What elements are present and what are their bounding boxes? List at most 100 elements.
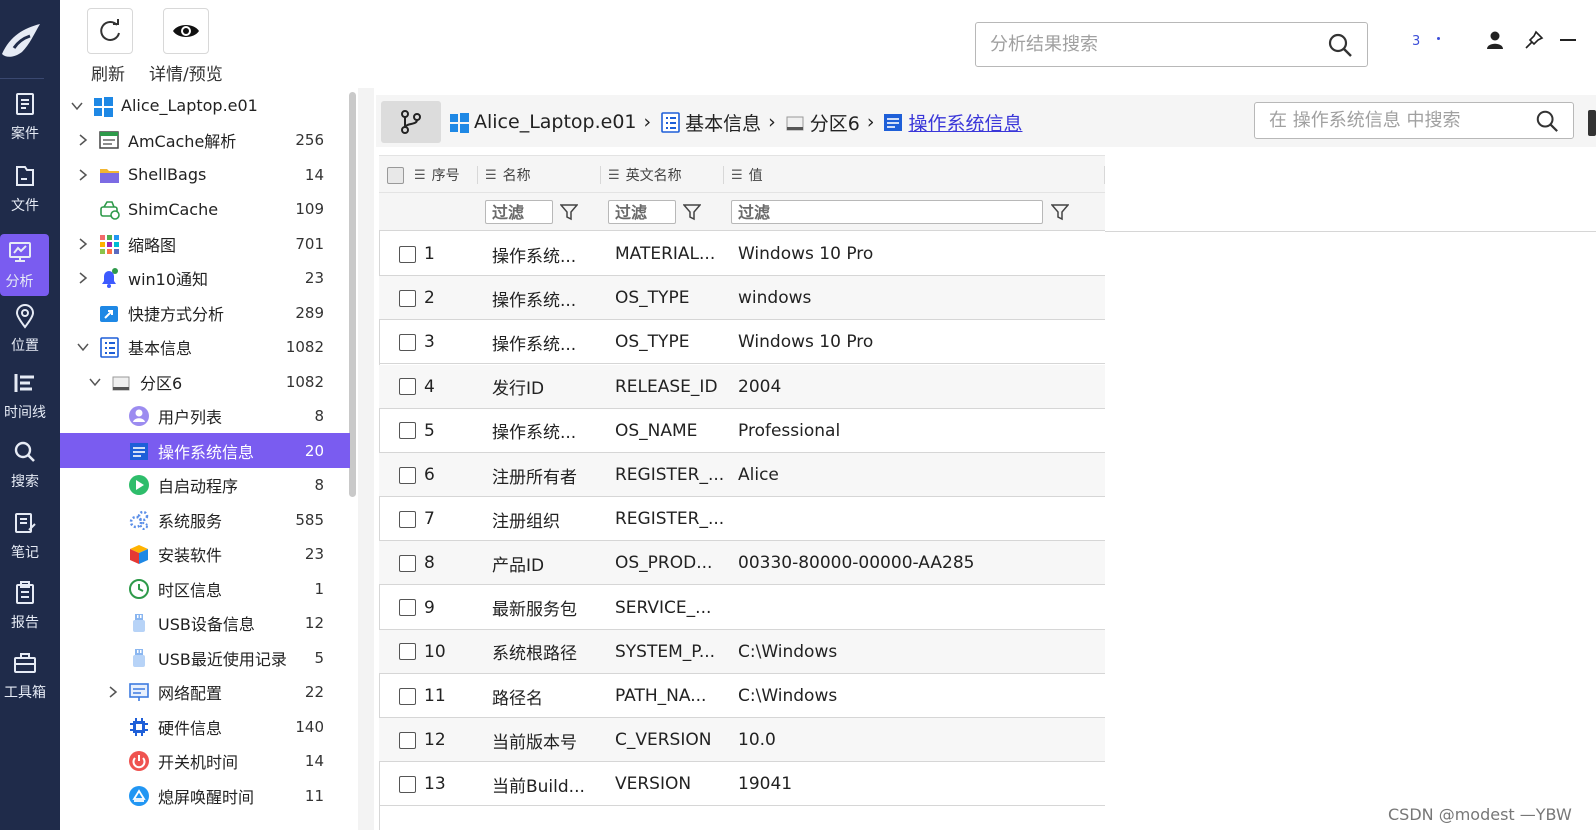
search-icon[interactable] [1535, 109, 1559, 133]
tree-item[interactable]: 时区信息 1 [60, 571, 350, 606]
nav-item-case[interactable]: 案件 [0, 86, 60, 148]
nav-item-analysis[interactable]: 分析 [0, 234, 49, 296]
row-checkbox[interactable] [399, 466, 416, 484]
table-row[interactable]: 7 注册组织 REGISTER_... [379, 497, 1105, 542]
breadcrumb-item[interactable]: 分区6 [810, 109, 860, 136]
tree-item[interactable]: 硬件信息 140 [60, 709, 350, 744]
row-checkbox[interactable] [399, 378, 416, 396]
row-checkbox[interactable] [399, 599, 416, 617]
analysis-search-input[interactable] [976, 23, 1296, 66]
table-row[interactable]: 10 系统根路径 SYSTEM_P... C:\Windows [379, 629, 1105, 674]
tree-item[interactable]: 熄屏唤醒时间 11 [60, 778, 350, 813]
name-filter-input[interactable] [485, 200, 553, 224]
breadcrumb-item[interactable]: Alice_Laptop.e01 [474, 111, 637, 133]
nav-item-file[interactable]: 文件 [0, 158, 60, 220]
table-row[interactable]: 8 产品ID OS_PROD... 00330-80000-00000-AA285 [379, 541, 1105, 586]
en-name-filter-input[interactable] [608, 200, 676, 224]
row-checkbox[interactable] [399, 775, 416, 793]
minimize-icon[interactable] [1560, 38, 1576, 42]
value-filter-input[interactable] [731, 200, 1043, 224]
row-checkbox[interactable] [399, 731, 416, 749]
tree-item[interactable]: ShellBags 14 [60, 157, 350, 192]
column-divider[interactable] [477, 166, 478, 184]
tree-item[interactable]: 系统服务 585 [60, 502, 350, 537]
tree-item[interactable]: win10通知 23 [60, 261, 350, 296]
filter-icon[interactable] [560, 203, 578, 221]
tree-item[interactable]: 操作系统信息 20 [60, 433, 350, 468]
table-row[interactable]: 9 最新服务包 SERVICE_... [379, 586, 1105, 630]
breadcrumb-item[interactable]: 操作系统信息 [908, 109, 1022, 136]
tree-item[interactable]: USB最近使用记录 5 [60, 640, 350, 675]
tree-item[interactable]: ShimCache 109 [60, 192, 350, 227]
chevron-right-icon[interactable] [76, 237, 90, 251]
search-icon[interactable] [1327, 32, 1353, 58]
nav-item-report[interactable]: 报告 [0, 575, 60, 637]
chevron-down-icon[interactable] [76, 340, 90, 354]
notification-count[interactable]: 3 [1412, 34, 1420, 49]
nav-item-note[interactable]: 笔记 [0, 505, 60, 567]
column-menu-icon[interactable]: ☰ [731, 168, 743, 183]
column-divider[interactable] [600, 166, 601, 184]
row-checkbox[interactable] [399, 333, 416, 351]
row-checkbox[interactable] [399, 245, 416, 263]
table-row[interactable]: 13 当前Build... VERSION 19041 [379, 762, 1105, 807]
nav-item-location[interactable]: 位置 [0, 298, 60, 360]
chevron-down-icon[interactable] [88, 375, 102, 389]
tree-item[interactable]: 基本信息 1082 [60, 330, 350, 365]
table-row[interactable]: 11 路径名 PATH_NA... C:\Windows [379, 674, 1105, 718]
tree-item[interactable]: 开关机时间 14 [60, 744, 350, 779]
tree-item[interactable]: 缩略图 701 [60, 226, 350, 261]
chevron-right-icon[interactable] [76, 133, 90, 147]
tree-item[interactable]: 用户列表 8 [60, 399, 350, 434]
header-seq[interactable]: ☰ 序号 [387, 156, 460, 194]
tree-item[interactable]: Alice_Laptop.e01 [60, 88, 350, 123]
select-all-checkbox[interactable] [387, 166, 404, 184]
table-row[interactable]: 2 操作系统... OS_TYPE windows [379, 276, 1105, 321]
row-checkbox[interactable] [399, 643, 416, 661]
branch-button[interactable] [381, 101, 441, 143]
table-search-box[interactable] [1254, 102, 1574, 139]
column-menu-icon[interactable]: ☰ [608, 168, 620, 183]
row-checkbox[interactable] [399, 289, 416, 307]
row-checkbox[interactable] [399, 687, 416, 705]
header-name[interactable]: ☰ 名称 [485, 156, 531, 194]
chevron-down-icon[interactable] [70, 99, 84, 113]
table-row[interactable]: 3 操作系统... OS_TYPE Windows 10 Pro [379, 320, 1105, 365]
header-value[interactable]: ☰ 值 [731, 156, 763, 194]
filter-icon[interactable] [1051, 203, 1069, 221]
tree-item[interactable]: 网络配置 22 [60, 675, 350, 710]
user-icon[interactable] [1486, 30, 1504, 50]
table-row[interactable]: 5 操作系统... OS_NAME Professional [379, 409, 1105, 453]
nav-item-timeline[interactable]: 时间线 [0, 365, 60, 427]
table-row[interactable]: 4 发行ID RELEASE_ID 2004 [379, 364, 1105, 409]
chevron-right-icon[interactable] [106, 685, 120, 699]
breadcrumb-item[interactable]: 基本信息 [685, 109, 761, 136]
chevron-right-icon[interactable] [76, 168, 90, 182]
nav-item-search[interactable]: 搜索 [0, 434, 60, 496]
row-checkbox[interactable] [399, 422, 416, 440]
column-divider[interactable] [723, 166, 724, 184]
column-menu-icon[interactable]: ☰ [414, 168, 426, 183]
tree-item[interactable]: USB设备信息 12 [60, 606, 350, 641]
chevron-right-icon[interactable] [76, 271, 90, 285]
filter-icon[interactable] [683, 203, 701, 221]
table-row[interactable]: 1 操作系统... MATERIAL... Windows 10 Pro [379, 232, 1105, 276]
header-en-name[interactable]: ☰ 英文名称 [608, 156, 682, 194]
tree-item[interactable]: 快捷方式分析 289 [60, 295, 350, 330]
column-divider[interactable] [1104, 166, 1105, 184]
refresh-button[interactable] [87, 8, 133, 54]
tree-item[interactable]: 安装软件 23 [60, 537, 350, 572]
tree-item[interactable]: 分区6 1082 [60, 364, 350, 399]
table-row[interactable]: 12 当前版本号 C_VERSION 10.0 [379, 718, 1105, 763]
row-checkbox[interactable] [399, 554, 416, 572]
tree-item[interactable]: 自启动程序 8 [60, 468, 350, 503]
settings-icon[interactable] [1588, 110, 1596, 136]
row-checkbox[interactable] [399, 510, 416, 528]
table-row[interactable]: 6 注册所有者 REGISTER_... Alice [379, 453, 1105, 497]
nav-item-toolbox[interactable]: 工具箱 [0, 645, 60, 707]
preview-button[interactable] [163, 8, 209, 54]
pin-icon[interactable] [1524, 30, 1544, 50]
analysis-search-box[interactable] [975, 22, 1368, 67]
tree-item[interactable]: AmCache解析 256 [60, 123, 350, 158]
column-menu-icon[interactable]: ☰ [485, 168, 497, 183]
